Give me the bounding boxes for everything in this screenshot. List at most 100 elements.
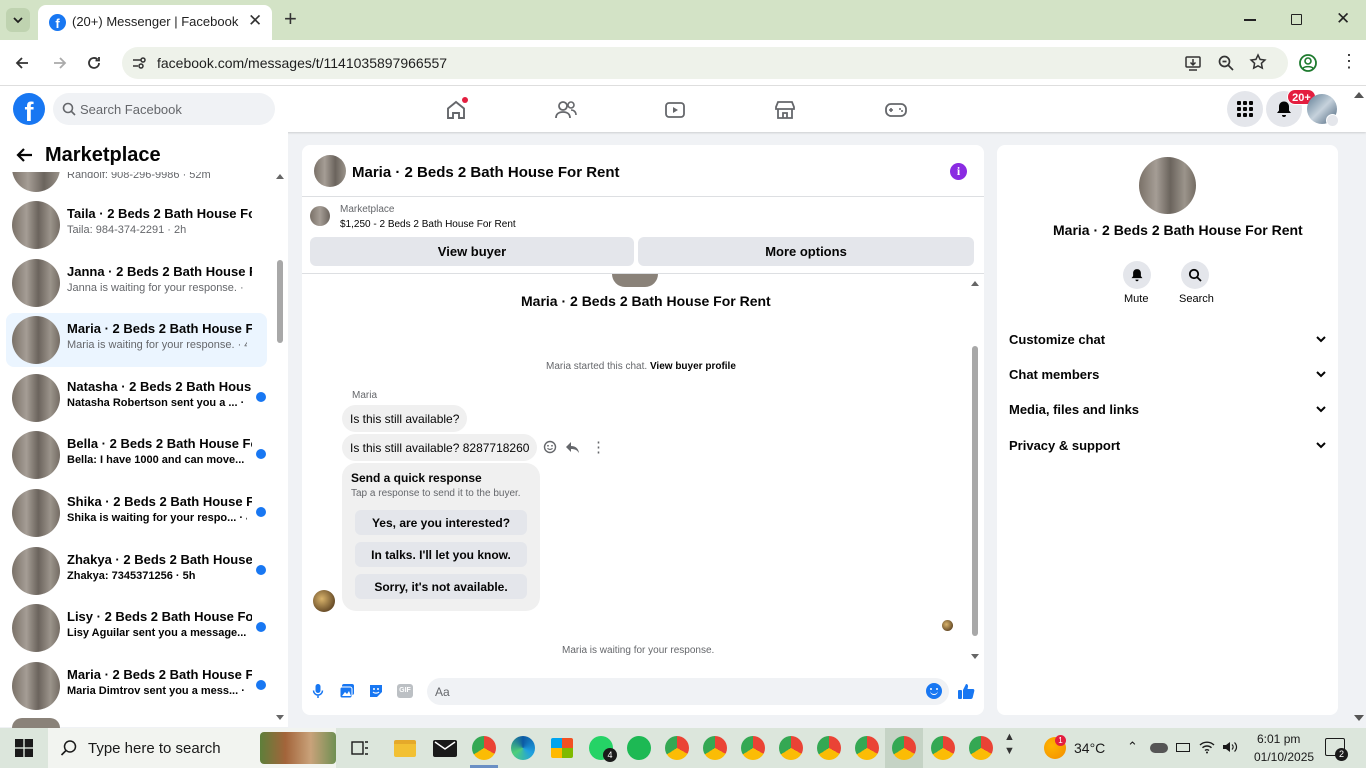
volume-icon[interactable] (1222, 740, 1238, 754)
url-text[interactable]: facebook.com/messages/t/1141035897966557 (157, 55, 447, 71)
marketplace-icon[interactable] (773, 98, 797, 122)
listing-detail[interactable]: $1,250 - 2 Beds 2 Bath House For Rent (340, 219, 516, 230)
chat-scrollbar[interactable] (968, 278, 982, 664)
microphone-icon[interactable] (312, 683, 324, 699)
media-files-links-section[interactable]: Media, files and links (1009, 398, 1327, 420)
restore-button[interactable] (1291, 14, 1302, 25)
photo-icon[interactable] (339, 683, 355, 699)
chrome-profile-icon-active[interactable] (892, 736, 916, 760)
chrome-profile-icon[interactable] (855, 736, 879, 760)
microsoft-store-icon[interactable] (551, 738, 573, 758)
reply-icon[interactable] (565, 440, 580, 454)
gaming-icon[interactable] (883, 98, 909, 122)
conversation-item[interactable]: Lisy · 2 Beds 2 Bath House For... Lisy Ag… (6, 601, 267, 655)
facebook-logo-icon[interactable]: f (13, 93, 45, 127)
listing-thumbnail[interactable] (310, 206, 330, 226)
mail-icon[interactable] (433, 740, 457, 757)
customize-chat-section[interactable]: Customize chat (1009, 328, 1327, 350)
new-tab-button[interactable]: + (284, 6, 297, 32)
chat-members-section[interactable]: Chat members (1009, 363, 1327, 385)
bookmark-star-icon[interactable] (1249, 53, 1267, 71)
close-tab-icon[interactable]: ✕ (248, 11, 262, 31)
show-hidden-icons-icon[interactable]: ⌃ (1127, 739, 1138, 755)
scrollbar-thumb[interactable] (277, 260, 283, 343)
conversation-item[interactable]: Janna · 2 Beds 2 Bath House For... Janna … (6, 256, 267, 310)
minimize-button[interactable] (1244, 19, 1256, 21)
install-app-icon[interactable] (1184, 54, 1202, 72)
taskbar-overflow-icon[interactable]: ▲ ▼ (1004, 730, 1015, 758)
react-emoji-icon[interactable] (543, 440, 557, 454)
chrome-profile-icon[interactable] (779, 736, 803, 760)
site-info-icon[interactable] (131, 55, 147, 71)
tab-search-button[interactable] (6, 8, 30, 32)
file-explorer-icon[interactable] (394, 740, 416, 757)
conversation-item[interactable]: Maria · 2 Beds 2 Bath House F... Maria Di… (6, 659, 267, 713)
search-in-chat-button[interactable] (1181, 261, 1209, 289)
chat-header-avatar[interactable] (314, 155, 346, 187)
more-actions-icon[interactable]: ⋮ (591, 438, 606, 456)
menu-grid-button[interactable] (1227, 91, 1263, 127)
view-buyer-button[interactable]: View buyer (310, 237, 634, 266)
details-avatar[interactable] (1139, 157, 1196, 214)
clock-date[interactable]: 01/10/2025 (1254, 750, 1314, 764)
scroll-up-arrow-icon[interactable] (971, 281, 979, 286)
privacy-support-section[interactable]: Privacy & support (1009, 434, 1327, 456)
message-bubble[interactable]: Is this still available? (342, 405, 468, 432)
conversation-item-partial[interactable]: Randolf: 908-296-9986 · 52m (6, 172, 267, 192)
chrome-profile-icon[interactable] (931, 736, 955, 760)
emoji-icon[interactable] (926, 683, 942, 699)
conversation-item[interactable]: Zhakya · 2 Beds 2 Bath House ... Zhakya: … (6, 544, 267, 598)
page-scroll-up-icon[interactable] (1354, 92, 1364, 98)
view-buyer-profile-link[interactable]: View buyer profile (650, 361, 736, 372)
chrome-profile-icon[interactable] (741, 736, 765, 760)
onedrive-icon[interactable] (1150, 743, 1168, 753)
back-arrow-icon[interactable] (15, 145, 35, 165)
quick-response-yes[interactable]: Yes, are you interested? (355, 510, 527, 535)
quick-response-not-available[interactable]: Sorry, it's not available. (355, 574, 527, 599)
gif-icon[interactable]: GIF (397, 684, 413, 698)
browser-menu-icon[interactable]: ⋮ (1340, 52, 1358, 70)
video-icon[interactable] (663, 98, 687, 122)
chat-header-title[interactable]: Maria · 2 Beds 2 Bath House For Rent (352, 164, 620, 181)
scrollbar-thumb[interactable] (972, 346, 978, 636)
profile-icon[interactable] (1298, 53, 1318, 73)
conversation-item[interactable]: Taila · 2 Beds 2 Bath House For ... Taila… (6, 198, 267, 252)
mute-button[interactable] (1123, 261, 1151, 289)
scroll-up-arrow-icon[interactable] (276, 174, 284, 179)
taskbar-search-box[interactable]: Type here to search (48, 728, 336, 768)
back-arrow-icon[interactable] (13, 54, 31, 72)
reload-icon[interactable] (85, 54, 103, 72)
chrome-icon[interactable] (472, 736, 496, 760)
conversation-item[interactable]: Shika · 2 Beds 2 Bath House F... Shika is… (6, 486, 267, 540)
page-scroll-down-icon[interactable] (1354, 715, 1364, 721)
browser-tab[interactable]: f (20+) Messenger | Facebook ✕ (38, 5, 272, 40)
forward-arrow-icon[interactable] (51, 54, 69, 72)
task-view-icon[interactable] (350, 738, 370, 758)
windows-start-icon[interactable] (15, 739, 33, 757)
chrome-profile-icon[interactable] (703, 736, 727, 760)
weather-temperature[interactable]: 34°C (1074, 740, 1105, 756)
battery-icon[interactable] (1176, 743, 1190, 752)
account-chevron-icon[interactable] (1326, 114, 1339, 127)
info-icon[interactable]: i (950, 163, 967, 180)
friends-icon[interactable] (553, 98, 579, 122)
close-window-button[interactable]: ✕ (1336, 9, 1350, 29)
sticker-icon[interactable] (368, 683, 384, 699)
facebook-search-input[interactable]: Search Facebook (53, 93, 275, 125)
message-composer-input[interactable]: Aa (427, 678, 949, 705)
clock-time[interactable]: 6:01 pm (1257, 732, 1300, 746)
spotify-icon[interactable] (627, 736, 651, 760)
zoom-icon[interactable] (1217, 54, 1235, 72)
quick-response-in-talks[interactable]: In talks. I'll let you know. (355, 542, 527, 567)
more-options-button[interactable]: More options (638, 237, 974, 266)
chrome-profile-icon[interactable] (665, 736, 689, 760)
message-bubble[interactable]: Is this still available? 8287718260 (342, 434, 538, 461)
scroll-down-arrow-icon[interactable] (276, 715, 284, 720)
conversation-item[interactable]: Bella · 2 Beds 2 Bath House Fo... Bella: … (6, 428, 267, 482)
thumbs-up-icon[interactable] (957, 682, 975, 700)
conversation-item[interactable]: Natasha · 2 Beds 2 Bath Hous... Natasha R… (6, 371, 267, 425)
conversation-scrollbar[interactable] (274, 172, 286, 725)
wifi-icon[interactable] (1199, 740, 1215, 754)
chrome-profile-icon[interactable] (817, 736, 841, 760)
conversation-item-selected[interactable]: Maria · 2 Beds 2 Bath House For... Maria … (6, 313, 267, 367)
